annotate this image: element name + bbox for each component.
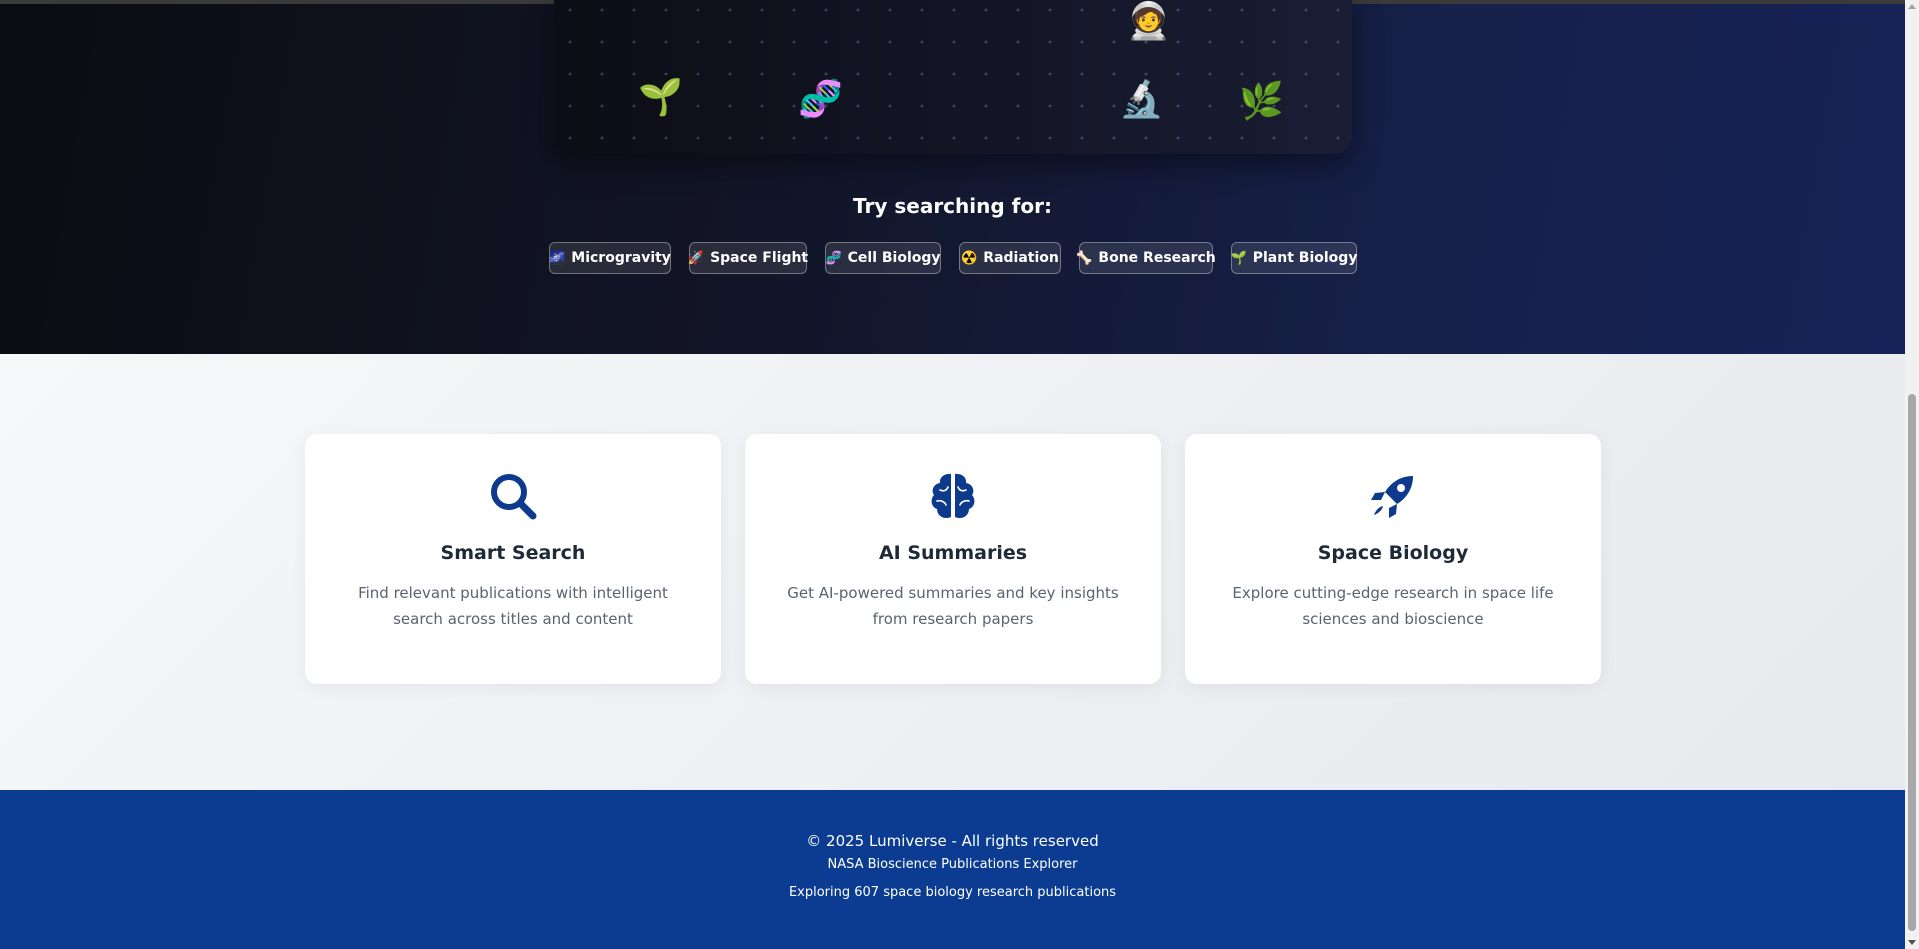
feature-title: AI Summaries	[878, 542, 1028, 564]
dna-icon: 🧬	[825, 250, 842, 266]
suggestion-chips: 🌌 Microgravity 🚀 Space Flight 🧬 Cell Bio…	[0, 242, 1905, 274]
chip-label: Radiation	[983, 250, 1059, 266]
feature-description: Explore cutting-edge research in space l…	[1232, 584, 1554, 628]
scroll-down-arrow-icon[interactable]	[1908, 940, 1916, 945]
chip-label: Microgravity	[571, 250, 671, 266]
chip-radiation[interactable]: ☢️ Radiation	[959, 242, 1061, 274]
radiation-icon: ☢️	[961, 250, 978, 266]
search-icon	[305, 470, 721, 522]
hero-visual: 🌱 🧬 🧑‍🚀 🔬 🌿	[554, 0, 1352, 154]
rocket-icon: 🚀	[687, 250, 705, 266]
scroll-up-arrow-icon[interactable]	[1908, 4, 1916, 9]
chip-label: Plant Biology	[1252, 250, 1358, 266]
feature-card-ai-summaries: AI Summaries Get AI-powered summaries an…	[745, 434, 1161, 684]
scrollbar-thumb[interactable]	[1908, 394, 1916, 931]
chip-cell-biology[interactable]: 🧬 Cell Biology	[825, 242, 941, 274]
feature-title: Smart Search	[440, 542, 586, 564]
chip-label: Cell Biology	[847, 250, 941, 266]
dna-icon: 🧬	[798, 79, 843, 120]
feature-title: Space Biology	[1317, 542, 1469, 564]
chip-label: Bone Research	[1098, 250, 1216, 266]
chip-space-flight[interactable]: 🚀 Space Flight	[687, 242, 809, 274]
footer-copyright: © 2025 Lumiverse - All rights reserved	[806, 832, 1099, 850]
features-section: Smart Search Find relevant publications …	[0, 354, 1905, 790]
feature-description: Find relevant publications with intellig…	[358, 584, 668, 628]
chip-label: Space Flight	[710, 250, 809, 266]
astronaut-icon: 🧑‍🚀	[1126, 1, 1171, 42]
feature-card-smart-search: Smart Search Find relevant publications …	[305, 434, 721, 684]
page-scrollbar[interactable]	[1905, 0, 1919, 949]
chip-plant-biology[interactable]: 🌱 Plant Biology	[1231, 242, 1357, 274]
feature-description: Get AI-powered summaries and key insight…	[787, 584, 1119, 628]
try-searching-heading: Try searching for:	[853, 194, 1052, 218]
hero-section: 🌱 🧬 🧑‍🚀 🔬 🌿 Try searching for: 🌌 Microgr…	[0, 0, 1905, 354]
sprout-icon: 🌱	[638, 77, 683, 118]
footer-stats: Exploring 607 space biology research pub…	[788, 885, 1117, 900]
galaxy-icon: 🌌	[549, 250, 566, 266]
sprout-icon: 🌱	[1230, 250, 1247, 266]
bone-icon: 🦴	[1076, 250, 1093, 266]
herb-icon: 🌿	[1239, 81, 1284, 122]
footer-subtitle: NASA Bioscience Publications Explorer	[827, 857, 1078, 872]
rocket-icon	[1185, 470, 1601, 522]
brain-icon	[745, 470, 1161, 522]
feature-card-space-biology: Space Biology Explore cutting-edge resea…	[1185, 434, 1601, 684]
chip-microgravity[interactable]: 🌌 Microgravity	[549, 242, 671, 274]
microscope-icon: 🔬	[1119, 79, 1164, 120]
site-footer: © 2025 Lumiverse - All rights reserved N…	[0, 790, 1905, 949]
chip-bone-research[interactable]: 🦴 Bone Research	[1076, 242, 1216, 274]
